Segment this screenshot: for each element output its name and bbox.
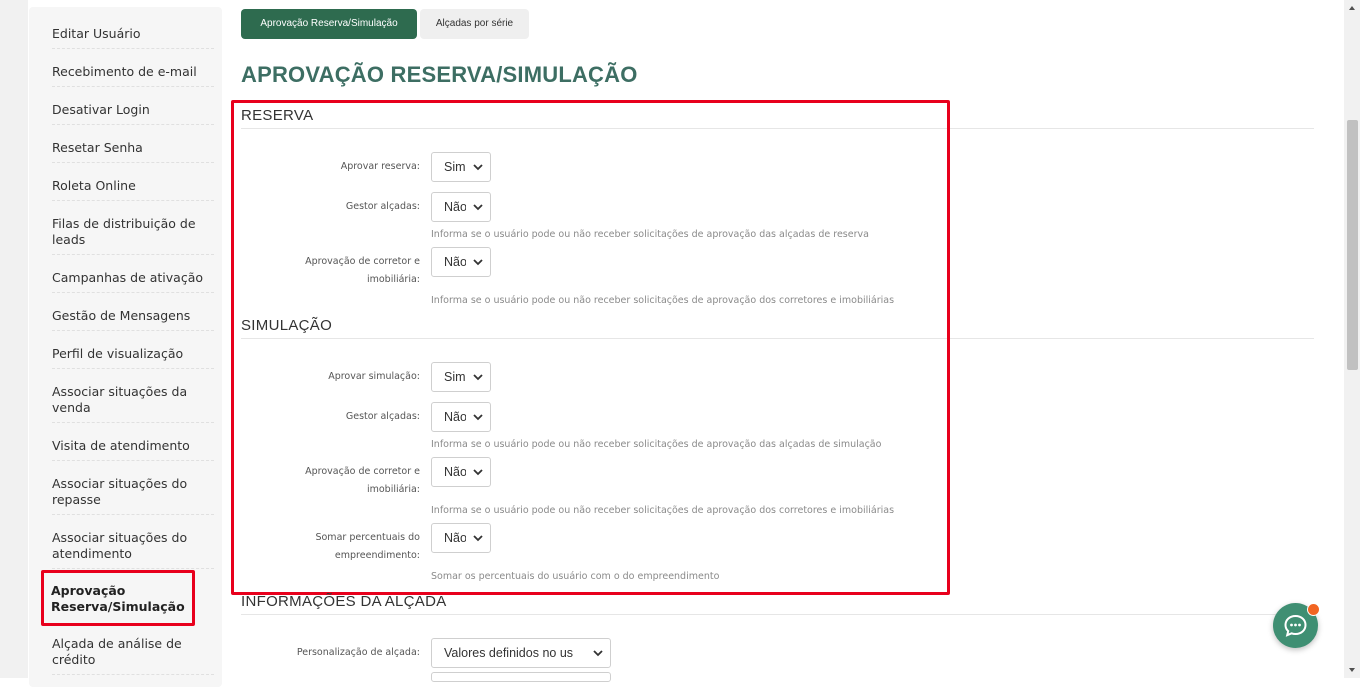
sidebar-item-gestao-mensagens[interactable]: Gestão de Mensagens <box>52 308 214 331</box>
sidebar-item-campanhas-ativacao[interactable]: Campanhas de ativação <box>52 270 214 293</box>
personalizacao-alcada-value: Valores definidos no us <box>444 646 574 660</box>
tab-alcadas-por-serie[interactable]: Alçadas por série <box>420 9 529 39</box>
notification-dot <box>1307 603 1320 616</box>
scroll-up-arrow-icon[interactable] <box>1347 3 1357 13</box>
highlight-box <box>231 100 950 595</box>
sidebar-item-visita-atendimento[interactable]: Visita de atendimento <box>52 438 214 461</box>
sidebar-item-editar-usuario[interactable]: Editar Usuário <box>52 26 214 49</box>
next-select-partial[interactable] <box>431 672 611 682</box>
scrollbar-thumb[interactable] <box>1347 120 1358 370</box>
sidebar-highlight-box <box>41 570 195 626</box>
section-divider <box>241 614 1314 615</box>
scroll-down-arrow-icon[interactable] <box>1347 665 1357 675</box>
sidebar-item-alcada-analise-credito[interactable]: Alçada de análise de crédito <box>52 636 214 675</box>
sidebar-item-resetar-senha[interactable]: Resetar Senha <box>52 140 214 163</box>
sidebar-item-filas-distribuicao[interactable]: Filas de distribuição de leads <box>52 216 214 255</box>
personalizacao-alcada-label: Personalização de alçada: <box>296 647 420 658</box>
personalizacao-alcada-select[interactable]: Valores definidos no us <box>431 638 611 668</box>
sidebar-item-desativar-login[interactable]: Desativar Login <box>52 102 214 125</box>
section-title-informacoes-alcada: INFORMAÇÕES DA ALÇADA <box>241 593 447 610</box>
sidebar-item-roleta-online[interactable]: Roleta Online <box>52 178 214 201</box>
left-gutter <box>0 0 28 678</box>
sidebar-item-recebimento-email[interactable]: Recebimento de e-mail <box>52 64 214 87</box>
sidebar-item-situacoes-venda[interactable]: Associar situações da venda <box>52 384 214 423</box>
page-title: APROVAÇÃO RESERVA/SIMULAÇÃO <box>241 62 638 87</box>
sidebar-item-situacoes-repasse[interactable]: Associar situações do repasse <box>52 476 214 515</box>
tab-aprovacao-reserva-simulacao[interactable]: Aprovação Reserva/Simulação <box>241 9 417 39</box>
sidebar-item-perfil-visualizacao[interactable]: Perfil de visualização <box>52 346 214 369</box>
chevron-down-icon <box>593 650 603 657</box>
sidebar-item-situacoes-atendimento[interactable]: Associar situações do atendimento <box>52 530 214 569</box>
